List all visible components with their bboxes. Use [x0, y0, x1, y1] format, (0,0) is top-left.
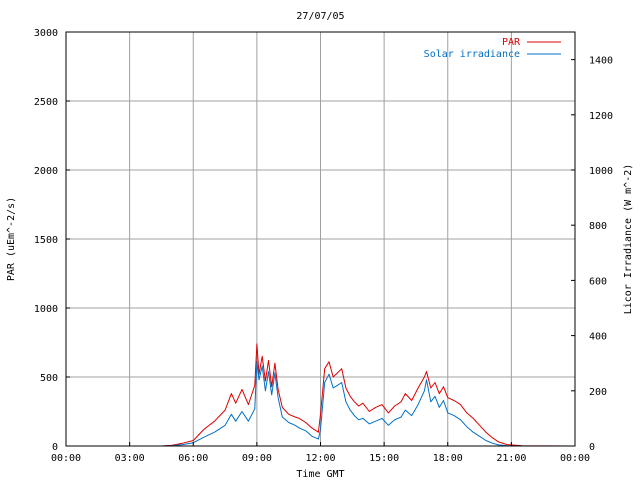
x-tick-label: 06:00: [178, 453, 208, 464]
y-axis-label-right: Licor Irradiance (W m^-2): [623, 164, 634, 315]
y-tick-label-left: 0: [52, 442, 58, 453]
y-tick-label-right: 1400: [589, 56, 613, 67]
x-axis-label: Time GMT: [296, 469, 344, 480]
y-tick-label-left: 2500: [34, 97, 58, 108]
y-tick-label-left: 3000: [34, 28, 58, 39]
y-tick-label-right: 1200: [589, 111, 613, 122]
x-tick-label: 21:00: [496, 453, 526, 464]
x-tick-label: 12:00: [305, 453, 335, 464]
chart-title: 27/07/05: [296, 11, 344, 22]
y-tick-label-right: 200: [589, 387, 607, 398]
y-tick-label-right: 0: [589, 442, 595, 453]
legend-label-par: PAR: [502, 37, 521, 48]
y-tick-label-left: 500: [40, 373, 58, 384]
x-tick-label: 09:00: [242, 453, 272, 464]
x-tick-label: 18:00: [433, 453, 463, 464]
y-tick-label-left: 1500: [34, 235, 58, 246]
legend-label-solar: Solar irradiance: [424, 49, 520, 60]
y-tick-label-left: 2000: [34, 166, 58, 177]
chart: 00:00 03:00 06:00 09:00 12:00 15:00 18:00 21:00…: [0, 0, 640, 480]
x-tick-label: 15:00: [369, 453, 399, 464]
y-tick-label-right: 800: [589, 221, 607, 232]
y-axis-label-left: PAR (uEm^-2/s): [6, 197, 17, 281]
y-tick-label-right: 400: [589, 332, 607, 343]
y-tick-label-right: 1000: [589, 166, 613, 177]
y-tick-label-right: 600: [589, 276, 607, 287]
x-tick-label: 03:00: [115, 453, 145, 464]
x-tick-label: 00:00: [560, 453, 590, 464]
y-tick-label-left: 1000: [34, 304, 58, 315]
x-tick-label: 00:00: [51, 453, 81, 464]
